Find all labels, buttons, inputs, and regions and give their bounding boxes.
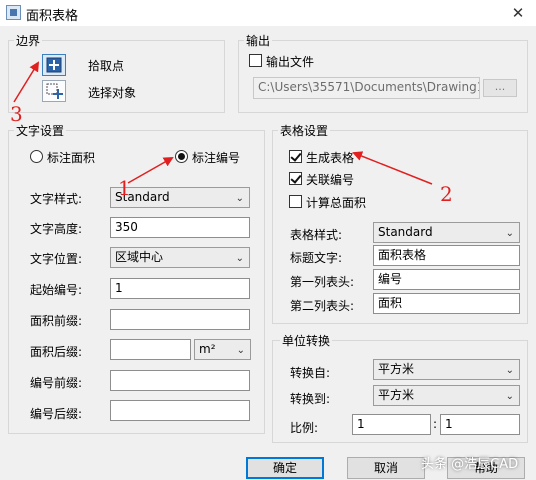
chevron-down-icon: ⌄ [235, 253, 244, 264]
convert-to-select[interactable]: 平方米 ⌄ [373, 385, 520, 406]
app-icon [6, 5, 21, 20]
col2-header-label: 第二列表头: [290, 299, 355, 313]
text-position-value: 区域中心 [115, 250, 164, 264]
output-legend: 输出 [244, 32, 273, 49]
convert-from-label: 转换自: [290, 366, 331, 380]
title-text-field[interactable]: 面积表格 [373, 245, 520, 266]
browse-button[interactable]: ... [483, 79, 517, 97]
chevron-down-icon: ⌄ [505, 365, 514, 376]
cancel-button[interactable]: 取消 [347, 457, 425, 479]
pick-point-label: 拾取点 [88, 59, 125, 73]
table-style-value: Standard [378, 225, 433, 239]
convert-to-value: 平方米 [378, 388, 415, 402]
area-prefix-label: 面积前缀: [30, 314, 83, 328]
text-height-label: 文字高度: [30, 222, 83, 236]
chevron-down-icon: ⌄ [235, 193, 244, 204]
generate-table-checkbox[interactable] [289, 150, 302, 163]
ratio-colon: : [433, 417, 438, 431]
table-style-select[interactable]: Standard ⌄ [373, 222, 520, 243]
text-position-label: 文字位置: [30, 252, 83, 266]
area-unit-value: m² [199, 342, 216, 356]
annotation-number-1: 1 [118, 176, 131, 200]
output-path-field[interactable]: C:\Users\35571\Documents\Drawing1_ [253, 77, 480, 99]
start-number-label: 起始编号: [30, 283, 83, 297]
text-style-label: 文字样式: [30, 192, 83, 206]
generate-table-label: 生成表格 [306, 151, 355, 165]
link-number-checkbox[interactable] [289, 172, 302, 185]
pick-point-button[interactable] [42, 54, 66, 76]
title-text-label: 标题文字: [290, 251, 343, 265]
number-prefix-label: 编号前缀: [30, 376, 83, 390]
area-suffix-label: 面积后缀: [30, 345, 83, 359]
boundary-group [8, 40, 225, 113]
unit-conversion-legend: 单位转换 [280, 332, 333, 349]
convert-to-label: 转换到: [290, 392, 331, 406]
start-number-field[interactable]: 1 [110, 278, 250, 299]
annotation-number-3: 3 [10, 102, 23, 126]
col1-header-field[interactable]: 编号 [373, 269, 520, 290]
ok-button[interactable]: 确定 [246, 457, 324, 479]
radio-area[interactable] [30, 150, 43, 163]
chevron-down-icon: ⌄ [505, 391, 514, 402]
total-area-label: 计算总面积 [306, 196, 367, 210]
select-object-button[interactable] [42, 80, 66, 102]
watermark: 头条 @浩辰CAD [421, 457, 519, 472]
link-number-label: 关联编号 [306, 173, 355, 187]
convert-from-select[interactable]: 平方米 ⌄ [373, 359, 520, 380]
radio-number-label: 标注编号 [192, 151, 241, 165]
boundary-legend: 边界 [14, 32, 43, 49]
number-prefix-field[interactable] [110, 370, 250, 391]
table-settings-legend: 表格设置 [278, 122, 331, 139]
chevron-down-icon: ⌄ [505, 228, 514, 239]
output-file-checkbox[interactable] [249, 54, 262, 67]
select-object-icon [46, 83, 63, 99]
title-bar [0, 0, 536, 26]
ratio-right-field[interactable]: 1 [440, 414, 520, 435]
area-unit-select[interactable]: m² ⌄ [194, 339, 251, 360]
col1-header-label: 第一列表头: [290, 275, 355, 289]
text-style-select[interactable]: Standard ⌄ [110, 187, 250, 208]
area-prefix-field[interactable] [110, 309, 250, 330]
ratio-label: 比例: [290, 421, 319, 435]
text-height-field[interactable]: 350 [110, 217, 250, 238]
number-suffix-label: 编号后缀: [30, 407, 83, 421]
radio-area-label: 标注面积 [47, 151, 96, 165]
window-title: 面积表格 [26, 9, 79, 24]
convert-from-value: 平方米 [378, 362, 415, 376]
select-object-label: 选择对象 [88, 86, 137, 100]
number-suffix-field[interactable] [110, 400, 250, 421]
annotation-number-2: 2 [440, 182, 453, 206]
chevron-down-icon: ⌄ [236, 345, 245, 356]
close-button[interactable]: ✕ [506, 2, 530, 24]
total-area-checkbox[interactable] [289, 195, 302, 208]
table-style-label: 表格样式: [290, 228, 343, 242]
ratio-left-field[interactable]: 1 [352, 414, 431, 435]
area-suffix-field[interactable] [110, 339, 191, 360]
col2-header-field[interactable]: 面积 [373, 293, 520, 314]
add-icon [46, 57, 62, 73]
radio-number[interactable] [175, 150, 188, 163]
text-position-select[interactable]: 区域中心 ⌄ [110, 247, 250, 268]
output-file-label: 输出文件 [266, 55, 315, 69]
